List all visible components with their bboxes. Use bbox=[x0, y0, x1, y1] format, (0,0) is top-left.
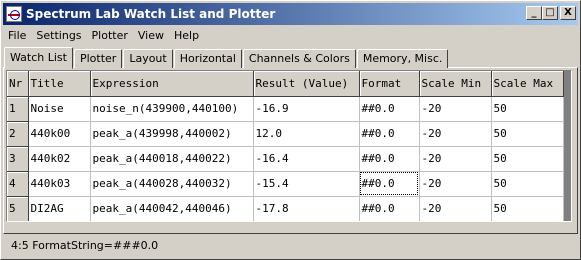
column-header-nr[interactable]: Nr bbox=[7, 71, 29, 97]
title-cell[interactable]: 440k00 bbox=[28, 121, 91, 147]
scale-max-cell[interactable]: 50 bbox=[491, 196, 564, 221]
title-cell[interactable]: 440k03 bbox=[28, 171, 91, 197]
header-row: Nr Title Expression Result (Value) Forma… bbox=[7, 71, 564, 97]
scale-max-cell[interactable]: 50 bbox=[491, 121, 564, 147]
table-row: 2 440k00 peak_a(439998,440002) 12.0 ##0.… bbox=[7, 121, 564, 147]
title-bar[interactable]: Spectrum Lab Watch List and Plotter _ □ … bbox=[3, 3, 578, 25]
result-cell[interactable]: 12.0 bbox=[253, 121, 360, 147]
scale-min-cell[interactable]: -20 bbox=[419, 96, 492, 122]
menu-view[interactable]: View bbox=[133, 29, 169, 42]
scale-max-cell[interactable]: 50 bbox=[491, 171, 564, 197]
menu-help[interactable]: Help bbox=[169, 29, 204, 42]
menu-settings[interactable]: Settings bbox=[31, 29, 86, 42]
window-title: Spectrum Lab Watch List and Plotter bbox=[26, 7, 276, 21]
row-number-cell[interactable]: 1 bbox=[7, 96, 29, 122]
scale-max-cell[interactable]: 50 bbox=[491, 96, 564, 122]
format-cell[interactable]: ##0.0 bbox=[359, 146, 420, 172]
app-window: Spectrum Lab Watch List and Plotter _ □ … bbox=[0, 0, 581, 260]
close-button[interactable]: X bbox=[560, 6, 576, 20]
title-cell[interactable]: DI2AG bbox=[28, 196, 91, 221]
menu-bar: File Settings Plotter View Help bbox=[3, 26, 204, 44]
expression-cell[interactable]: noise_n(439900,440100) bbox=[90, 96, 254, 122]
scale-min-cell[interactable]: -20 bbox=[419, 121, 492, 147]
expression-cell[interactable]: peak_a(439998,440002) bbox=[90, 121, 254, 147]
column-header-scale-max[interactable]: Scale Max bbox=[491, 71, 564, 97]
row-number-cell[interactable]: 3 bbox=[7, 146, 29, 172]
tab-horizontal[interactable]: Horizontal bbox=[173, 49, 242, 68]
result-cell[interactable]: -17.8 bbox=[253, 196, 360, 221]
title-cell[interactable]: Noise bbox=[28, 96, 91, 122]
spectrum-lab-app-icon[interactable] bbox=[6, 6, 22, 22]
scale-min-cell[interactable]: -20 bbox=[419, 146, 492, 172]
title-cell[interactable]: 440k02 bbox=[28, 146, 91, 172]
tab-strip: Watch List Plotter Layout Horizontal Cha… bbox=[4, 46, 449, 69]
row-number-cell[interactable]: 5 bbox=[7, 196, 29, 221]
tab-plotter[interactable]: Plotter bbox=[73, 49, 123, 68]
column-header-format[interactable]: Format bbox=[359, 71, 420, 97]
window-controls: _ □ X bbox=[526, 6, 576, 20]
scale-min-cell[interactable]: -20 bbox=[419, 171, 492, 197]
expression-cell[interactable]: peak_a(440018,440022) bbox=[90, 146, 254, 172]
column-header-expression[interactable]: Expression bbox=[90, 71, 254, 97]
result-cell[interactable]: -16.4 bbox=[253, 146, 360, 172]
format-cell[interactable]: ##0.0 bbox=[359, 121, 420, 147]
watch-list-table: Nr Title Expression Result (Value) Forma… bbox=[7, 71, 564, 221]
menu-file[interactable]: File bbox=[3, 29, 31, 42]
format-cell[interactable]: ##0.0 bbox=[359, 96, 420, 122]
expression-cell[interactable]: peak_a(440028,440032) bbox=[90, 171, 254, 197]
scale-max-cell[interactable]: 50 bbox=[491, 146, 564, 172]
table-row: 5 DI2AG peak_a(440042,440046) -17.8 ##0.… bbox=[7, 196, 564, 221]
result-cell[interactable]: -15.4 bbox=[253, 171, 360, 197]
row-number-cell[interactable]: 2 bbox=[7, 121, 29, 147]
table-row: 3 440k02 peak_a(440018,440022) -16.4 ##0… bbox=[7, 146, 564, 172]
result-cell[interactable]: -16.9 bbox=[253, 96, 360, 122]
table-row: 4 440k03 peak_a(440028,440032) -15.4 ##0… bbox=[7, 171, 564, 197]
table-row: 1 Noise noise_n(439900,440100) -16.9 ##0… bbox=[7, 96, 564, 122]
column-header-title[interactable]: Title bbox=[28, 71, 91, 97]
format-cell-selected[interactable]: ##0.0 bbox=[359, 171, 420, 197]
maximize-button[interactable]: □ bbox=[542, 6, 558, 20]
column-header-scale-min[interactable]: Scale Min bbox=[419, 71, 492, 97]
tab-channels-colors[interactable]: Channels & Colors bbox=[242, 49, 356, 68]
column-header-result[interactable]: Result (Value) bbox=[253, 71, 360, 97]
status-text: 4:5 FormatString=###0.0 bbox=[11, 239, 159, 252]
row-number-cell[interactable]: 4 bbox=[7, 171, 29, 197]
watch-list-grid[interactable]: Nr Title Expression Result (Value) Forma… bbox=[6, 70, 572, 222]
menu-plotter[interactable]: Plotter bbox=[87, 29, 133, 42]
status-bar: 4:5 FormatString=###0.0 bbox=[3, 236, 578, 256]
tab-memory-misc[interactable]: Memory, Misc. bbox=[356, 49, 449, 68]
tab-watch-list[interactable]: Watch List bbox=[4, 47, 73, 69]
minimize-button[interactable]: _ bbox=[526, 6, 542, 20]
tab-layout[interactable]: Layout bbox=[123, 49, 173, 68]
expression-cell[interactable]: peak_a(440042,440046) bbox=[90, 196, 254, 221]
format-cell[interactable]: ##0.0 bbox=[359, 196, 420, 221]
scale-min-cell[interactable]: -20 bbox=[419, 196, 492, 221]
